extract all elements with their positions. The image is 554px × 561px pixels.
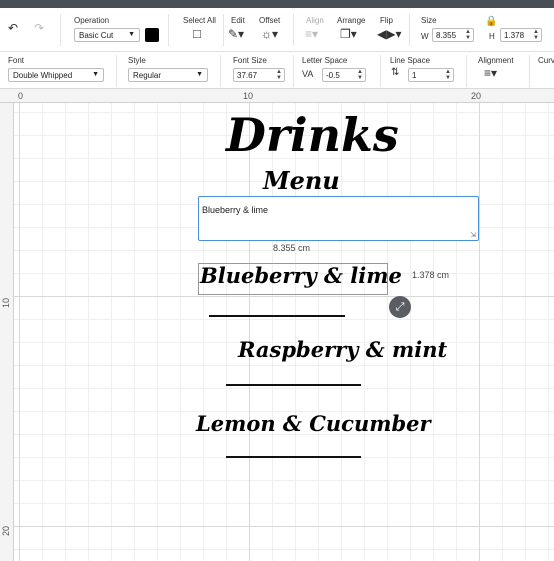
ruler-tick-label: 10 xyxy=(1,297,12,309)
operation-label: Operation xyxy=(74,16,110,25)
scale-handle-icon[interactable]: ⤢ xyxy=(389,296,411,318)
font-size-label: Font Size xyxy=(233,56,267,65)
menu-item-blueberry[interactable]: Blueberry & lime xyxy=(200,263,402,288)
chevron-down-icon: ▼ xyxy=(196,71,203,78)
letter-space-icon: VA xyxy=(302,69,314,79)
divider xyxy=(116,55,117,87)
operation-value: Basic Cut xyxy=(79,31,114,40)
width-value: 8.355 xyxy=(436,31,457,40)
style-value: Regular xyxy=(133,71,162,80)
font-value: Double Whipped xyxy=(13,71,73,80)
align-text-icon[interactable]: ≡▾ xyxy=(484,67,497,79)
operation-select[interactable]: Basic Cut ▼ xyxy=(74,28,140,42)
underline-1[interactable] xyxy=(209,315,345,317)
title-drinks[interactable]: Drinks xyxy=(226,108,399,162)
offset-label: Offset xyxy=(259,16,281,25)
style-label: Style xyxy=(128,56,146,65)
letter-space-input[interactable]: -0.5 ▲ ▼ xyxy=(322,68,366,82)
divider xyxy=(293,14,294,46)
height-value: 1.378 xyxy=(504,31,525,40)
stepper-icon[interactable]: ▲ ▼ xyxy=(276,69,282,81)
subtitle-menu[interactable]: Menu xyxy=(263,166,340,195)
height-input[interactable]: 1.378 ▲ ▼ xyxy=(500,28,542,42)
align-label: Align xyxy=(306,16,324,25)
text-edit-value: Blueberry & lime xyxy=(202,205,269,215)
align-icon[interactable]: ≡▾ xyxy=(305,28,318,40)
arrange-icon[interactable]: ❐▾ xyxy=(340,28,357,40)
ruler-tick-label: 10 xyxy=(243,91,254,101)
stepper-icon[interactable]: ▲ ▼ xyxy=(357,69,363,81)
menu-item-lemon[interactable]: Lemon & Cucumber xyxy=(196,411,431,436)
window-top-bar xyxy=(0,0,554,8)
stepper-icon[interactable]: ▲ ▼ xyxy=(533,29,539,41)
ruler-tick-label: 0 xyxy=(18,91,24,101)
menu-item-raspberry[interactable]: Raspberry & mint xyxy=(238,337,447,362)
chevron-down-icon: ▼ xyxy=(128,31,135,38)
height-dimension-label: 1.378 cm xyxy=(412,270,450,280)
style-select[interactable]: Regular ▼ xyxy=(128,68,208,82)
divider xyxy=(380,55,381,87)
divider xyxy=(220,55,221,87)
size-label: Size xyxy=(421,16,437,25)
color-swatch[interactable] xyxy=(145,28,159,42)
letter-space-value: -0.5 xyxy=(326,71,340,80)
ruler-tick-label: 20 xyxy=(1,525,12,537)
letter-space-label: Letter Space xyxy=(302,56,348,65)
underline-2[interactable] xyxy=(226,384,361,386)
alignment-label: Alignment xyxy=(478,56,514,65)
divider xyxy=(529,55,530,87)
ruler-tick-label: 20 xyxy=(471,91,482,101)
undo-icon[interactable]: ↶ xyxy=(8,22,18,34)
divider xyxy=(409,14,410,46)
line-space-input[interactable]: 1 ▲ ▼ xyxy=(408,68,454,82)
lock-icon[interactable]: 🔒 xyxy=(485,16,497,28)
offset-icon[interactable]: ☼▾ xyxy=(261,28,278,40)
line-space-value: 1 xyxy=(412,71,417,80)
flip-label: Flip xyxy=(380,16,393,25)
curve-label: Curve xyxy=(538,56,554,65)
divider xyxy=(466,55,467,87)
redo-icon[interactable]: ↷ xyxy=(34,22,44,34)
stepper-icon[interactable]: ▲ ▼ xyxy=(465,29,471,41)
edit-label: Edit xyxy=(231,16,245,25)
ruler-horizontal: 0 10 20 xyxy=(0,89,554,103)
chevron-down-icon: ▼ xyxy=(92,71,99,78)
divider xyxy=(168,14,169,46)
text-toolbar: Font Double Whipped ▼ Style Regular ▼ Fo… xyxy=(0,52,554,89)
font-size-value: 37.67 xyxy=(237,71,258,80)
width-input[interactable]: 8.355 ▲ ▼ xyxy=(432,28,474,42)
font-select[interactable]: Double Whipped ▼ xyxy=(8,68,104,82)
text-edit-box[interactable]: Blueberry & lime ⇲ xyxy=(198,196,479,241)
select-all-label: Select All xyxy=(183,16,216,25)
ruler-vertical: 10 20 xyxy=(0,103,14,561)
edit-tools-icon[interactable]: ✎▾ xyxy=(228,28,244,40)
resize-grip-icon[interactable]: ⇲ xyxy=(470,231,476,239)
flip-icon[interactable]: ◀▶▾ xyxy=(377,28,401,40)
divider xyxy=(60,14,61,46)
underline-3[interactable] xyxy=(226,456,361,458)
divider xyxy=(293,55,294,87)
edit-toolbar: ↶ ↷ Operation Basic Cut ▼ Select All □ E… xyxy=(0,8,554,52)
width-dimension-label: 8.355 cm xyxy=(273,243,311,253)
height-label: H xyxy=(489,32,495,41)
font-label: Font xyxy=(8,56,25,65)
font-size-input[interactable]: 37.67 ▲ ▼ xyxy=(233,68,285,82)
line-space-icon: ⇅ xyxy=(391,67,400,78)
line-space-label: Line Space xyxy=(390,56,431,65)
select-all-icon[interactable]: □ xyxy=(193,27,201,40)
arrange-label: Arrange xyxy=(337,16,366,25)
stepper-icon[interactable]: ▲ ▼ xyxy=(445,69,451,81)
width-label: W xyxy=(421,32,429,41)
divider xyxy=(223,14,224,46)
